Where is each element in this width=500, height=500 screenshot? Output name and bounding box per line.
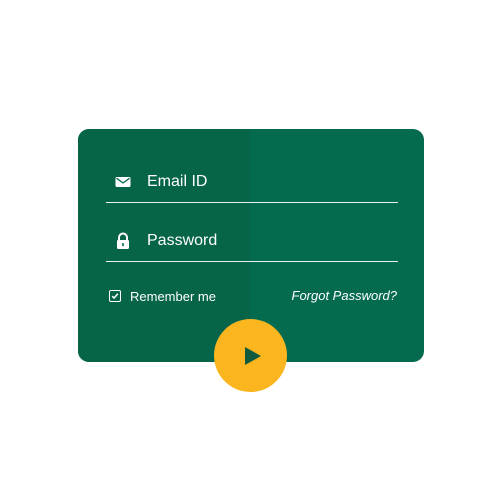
page: Remember me Forgot Password? — [0, 0, 500, 500]
email-field-row — [106, 162, 398, 203]
checkmark-icon — [111, 293, 119, 300]
forgot-password-link[interactable]: Forgot Password? — [292, 287, 398, 305]
email-input[interactable] — [147, 162, 387, 202]
password-input[interactable] — [147, 221, 387, 261]
remember-me-option[interactable]: Remember me — [109, 287, 216, 305]
password-field-row — [106, 221, 398, 262]
play-icon — [245, 347, 261, 365]
submit-play-button[interactable] — [214, 319, 287, 392]
remember-me-checkbox[interactable] — [109, 290, 121, 302]
envelope-icon — [115, 177, 131, 187]
remember-me-label: Remember me — [130, 288, 216, 304]
lock-icon — [117, 232, 129, 249]
